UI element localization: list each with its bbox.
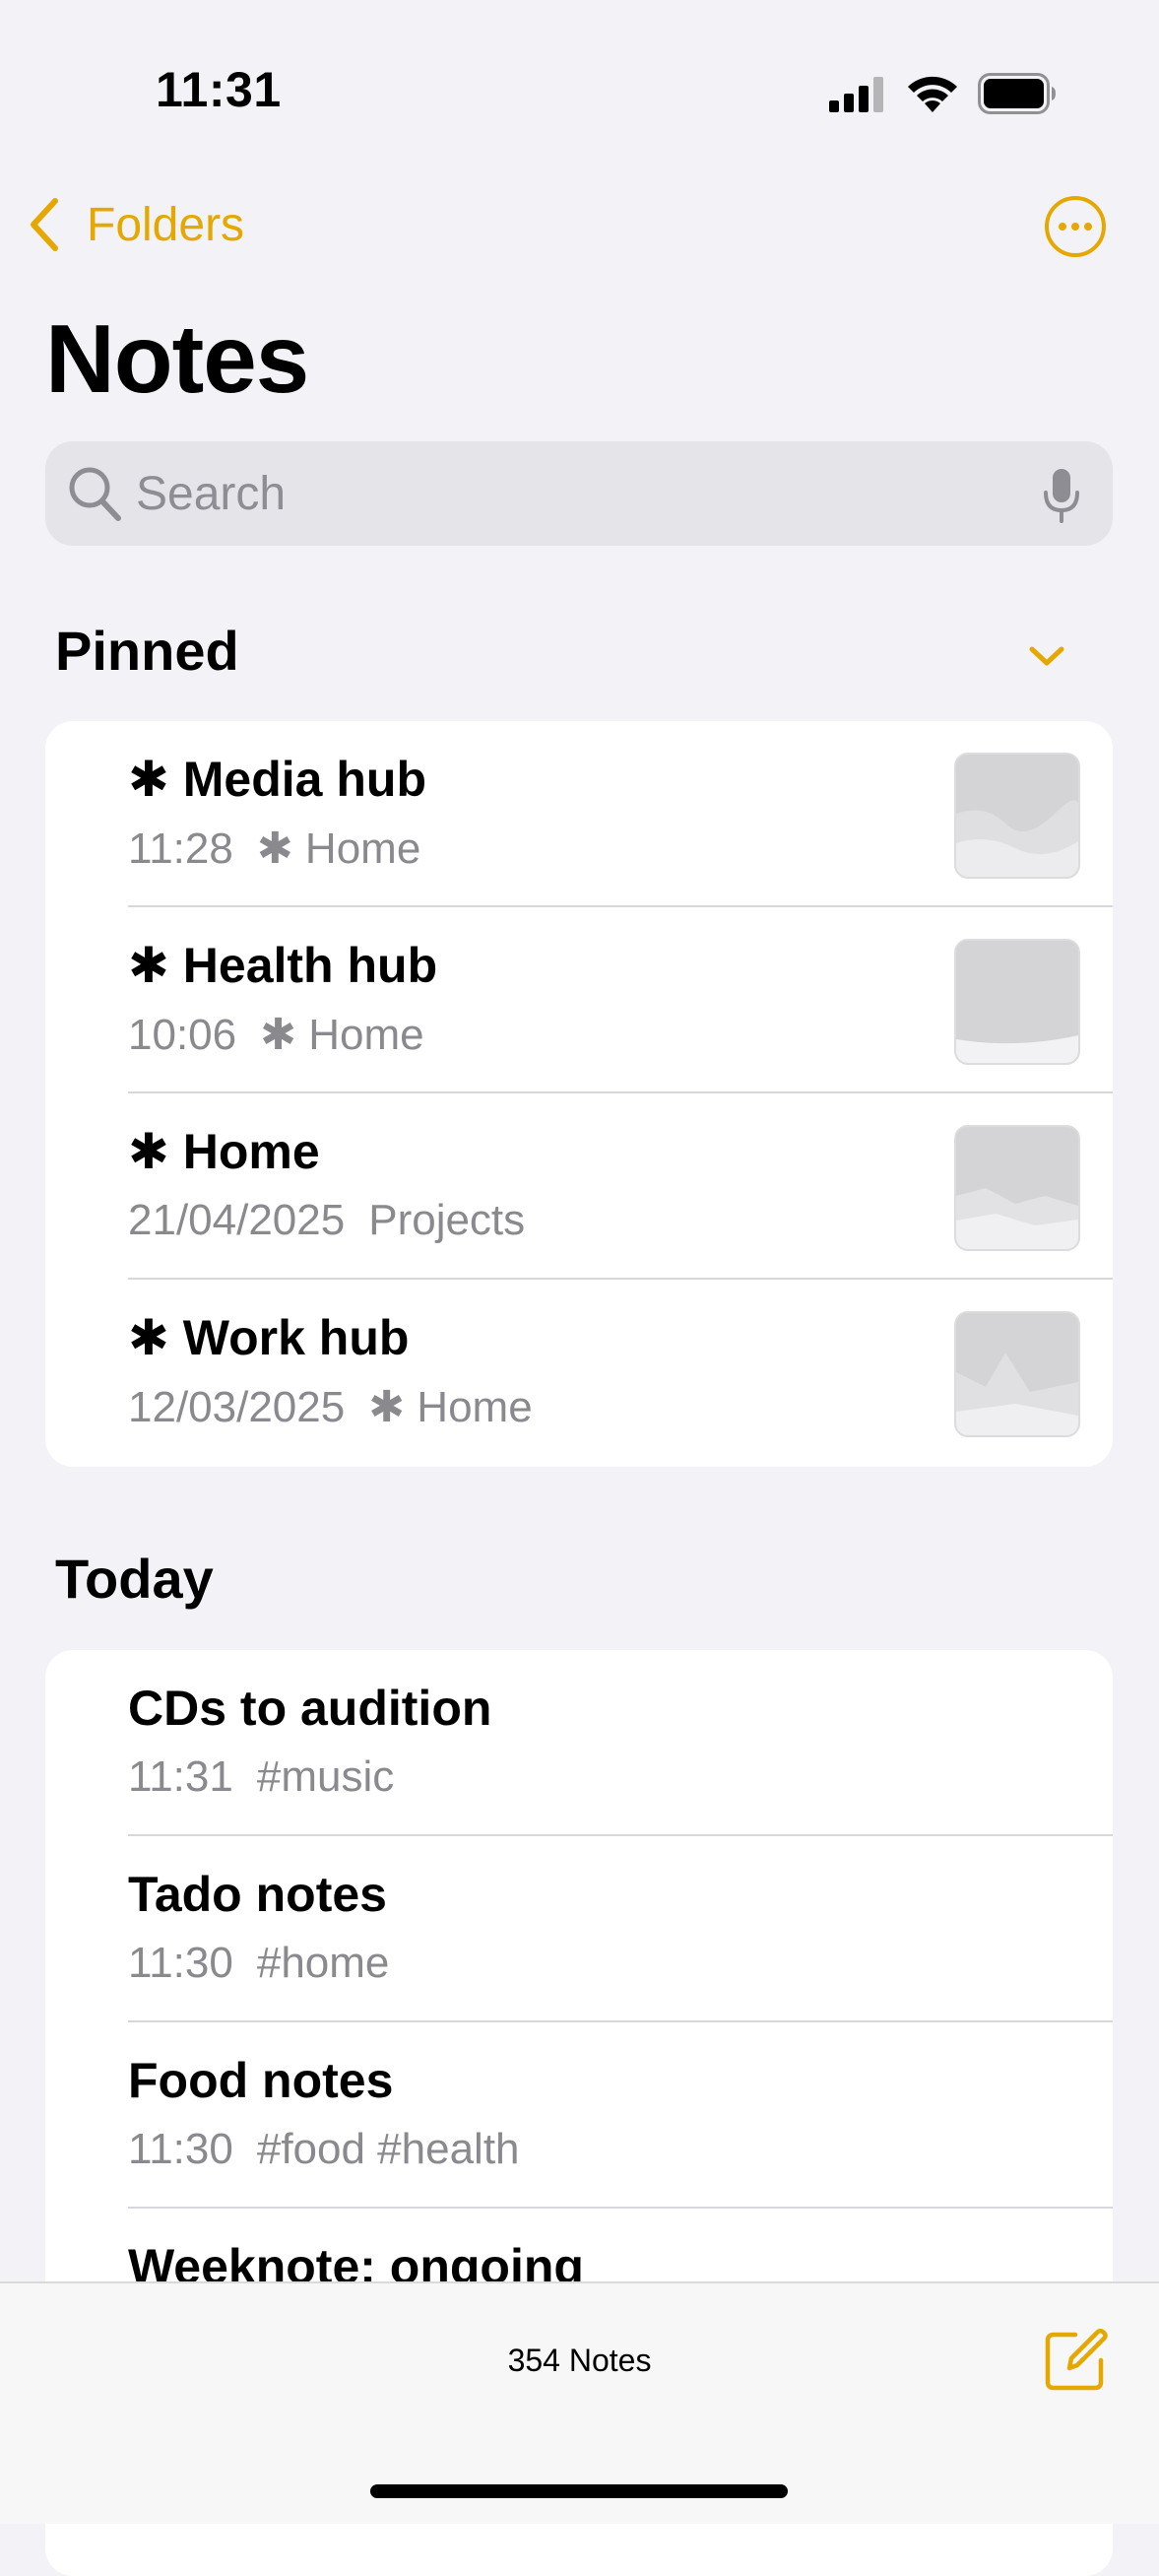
note-meta: 21/04/2025 Projects <box>128 1196 525 1245</box>
back-button-label: Folders <box>87 198 245 251</box>
cellular-signal-icon <box>829 77 883 112</box>
more-options-button[interactable] <box>1044 195 1107 258</box>
compose-icon[interactable] <box>1044 2327 1109 2392</box>
note-folder: ✱ Home <box>368 1383 533 1431</box>
status-time: 11:31 <box>156 62 282 117</box>
today-section-heading: Today <box>55 1548 214 1610</box>
note-title: ✱ Media hub <box>128 752 427 807</box>
note-meta: 11:30 #home <box>128 1939 389 1988</box>
back-to-folders-button[interactable]: Folders <box>24 193 244 256</box>
note-tags: #music <box>256 1752 395 1801</box>
note-title: ✱ Work hub <box>128 1310 410 1365</box>
note-tado-notes[interactable]: Tado notes 11:30 #home <box>45 1836 1113 2022</box>
note-tags: #food #health <box>256 2125 520 2173</box>
search-input[interactable] <box>136 441 983 546</box>
pinned-note-health-hub[interactable]: ✱ Health hub 10:06 ✱ Home <box>45 907 1113 1093</box>
home-indicator <box>370 2484 788 2498</box>
chevron-left-icon <box>31 198 58 251</box>
note-meta: 10:06 ✱ Home <box>128 1010 424 1060</box>
search-bar[interactable] <box>45 441 1113 546</box>
microphone-icon[interactable] <box>1042 467 1081 524</box>
note-date: 11:30 <box>128 2125 233 2173</box>
note-food-notes[interactable]: Food notes 11:30 #food #health <box>45 2022 1113 2209</box>
battery-icon <box>978 73 1056 114</box>
note-date: 11:30 <box>128 1939 233 1987</box>
note-tags: #home <box>256 1939 390 1987</box>
note-title: Tado notes <box>128 1867 387 1922</box>
note-folder: ✱ Home <box>260 1011 424 1059</box>
note-thumbnail <box>954 939 1080 1065</box>
bottom-toolbar: 354 Notes <box>0 2281 1159 2524</box>
pinned-note-home[interactable]: ✱ Home 21/04/2025 Projects <box>45 1093 1113 1280</box>
chevron-down-icon[interactable] <box>1024 640 1069 672</box>
note-title: ✱ Health hub <box>128 938 438 993</box>
note-date: 11:31 <box>128 1752 233 1801</box>
note-date: 11:28 <box>128 825 233 873</box>
note-folder: Projects <box>368 1196 526 1244</box>
pinned-note-media-hub[interactable]: ✱ Media hub 11:28 ✱ Home <box>45 721 1113 907</box>
search-icon <box>69 467 121 521</box>
note-meta: 11:30 #food #health <box>128 2125 520 2174</box>
pinned-note-work-hub[interactable]: ✱ Work hub 12/03/2025 ✱ Home <box>45 1280 1113 1466</box>
pinned-section-heading: Pinned <box>55 620 239 682</box>
note-title: ✱ Home <box>128 1124 320 1179</box>
note-thumbnail <box>954 753 1080 879</box>
notes-count: 354 Notes <box>507 2343 652 2378</box>
note-date: 21/04/2025 <box>128 1196 346 1244</box>
note-meta: 11:28 ✱ Home <box>128 824 420 874</box>
note-title: Food notes <box>128 2053 394 2108</box>
note-meta: 12/03/2025 ✱ Home <box>128 1382 533 1432</box>
note-cds-to-audition[interactable]: CDs to audition 11:31 #music <box>45 1650 1113 1836</box>
note-date: 12/03/2025 <box>128 1383 346 1431</box>
note-folder: ✱ Home <box>256 825 421 873</box>
wifi-icon <box>908 76 957 112</box>
note-title: CDs to audition <box>128 1681 492 1736</box>
note-date: 10:06 <box>128 1011 237 1059</box>
note-meta: 11:31 #music <box>128 1752 394 1802</box>
note-thumbnail <box>954 1125 1080 1251</box>
pinned-notes-list: ✱ Media hub 11:28 ✱ Home ✱ Health hub 10:… <box>45 721 1113 1467</box>
note-thumbnail <box>954 1311 1080 1437</box>
page-title: Notes <box>45 304 309 413</box>
